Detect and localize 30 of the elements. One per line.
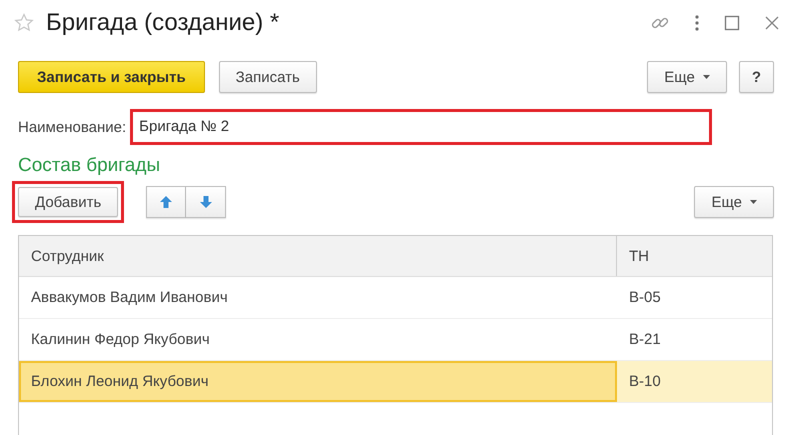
table-cell-text: В-10 [628, 372, 662, 392]
name-field[interactable]: Бригада № 2 [130, 109, 712, 145]
close-icon[interactable] [764, 15, 780, 31]
arrow-down-icon [198, 195, 213, 209]
table-cell-text: В-21 [628, 330, 662, 350]
arrow-up-icon [159, 195, 174, 209]
table-cell-text: В-05 [628, 288, 662, 308]
section-title: Состав бригады [18, 155, 162, 177]
maximize-icon[interactable] [724, 15, 740, 31]
more-button[interactable]: Еще [647, 61, 727, 93]
table-cell-text: Калинин Федор Якубович [30, 330, 211, 350]
more-button[interactable]: Еще [694, 186, 774, 218]
window-title: Бригада (создание) * [46, 9, 280, 37]
table-row[interactable]: Аввакумов Вадим Иванович В-05 [19, 277, 772, 319]
table-cell: Блохин Леонид Якубович [19, 361, 617, 402]
table-cell-text: Аввакумов Вадим Иванович [30, 288, 229, 308]
table-row[interactable]: Блохин Леонид Якубович В-10 [19, 361, 772, 403]
caret-icon [750, 200, 757, 204]
add-button[interactable]: Добавить [18, 187, 118, 217]
name-label: Наименование: [18, 118, 126, 136]
move-up-button[interactable] [146, 186, 186, 218]
column-header[interactable]: ТН [617, 236, 772, 276]
move-down-button[interactable] [186, 186, 226, 218]
save-button[interactable]: Записать [218, 61, 317, 93]
help-button[interactable]: ? [738, 61, 774, 93]
more-icon[interactable] [694, 14, 700, 32]
caret-icon [702, 75, 710, 79]
save-close-button[interactable]: Записать и закрыть [18, 61, 205, 93]
column-header[interactable]: Сотрудник [19, 236, 617, 276]
star-icon[interactable] [14, 13, 34, 33]
